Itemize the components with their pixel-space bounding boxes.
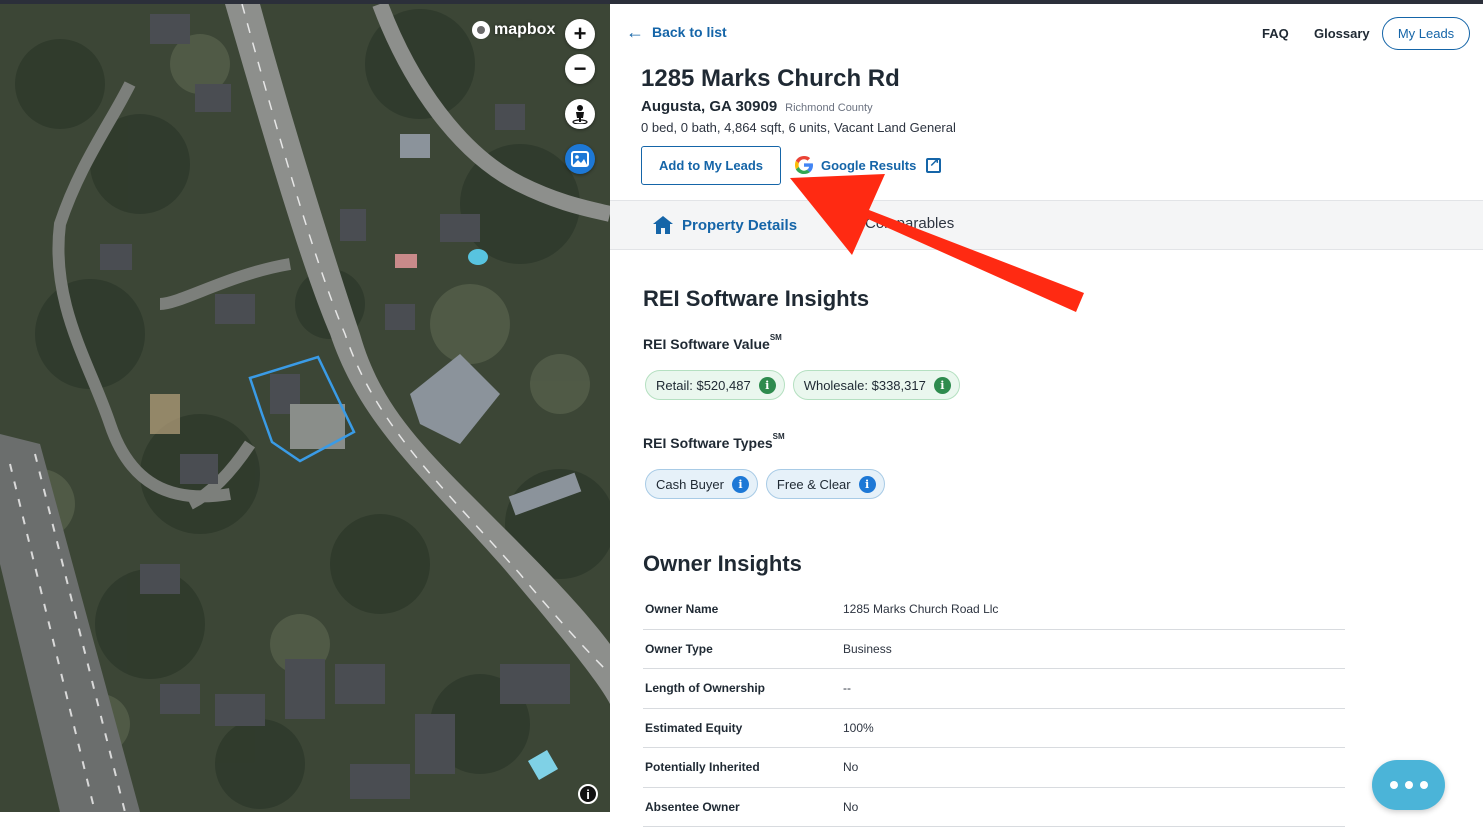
row-value: 100% <box>843 720 874 735</box>
table-row: Absentee Owner No <box>643 788 1345 827</box>
property-address: 1285 Marks Church Rd <box>641 65 900 92</box>
table-row: Owner Type Business <box>643 630 1345 669</box>
type-chips: Cash Buyer i Free & Clear i <box>645 469 885 499</box>
rei-types-heading: REI Software TypesSM <box>643 432 785 451</box>
dot-icon <box>1389 781 1398 789</box>
google-results-link[interactable]: Google Results <box>793 154 942 176</box>
street-view-button[interactable] <box>565 99 595 129</box>
owner-insights-title: Owner Insights <box>643 551 802 576</box>
row-value: 1285 Marks Church Road Llc <box>843 602 999 617</box>
tab-comparables-label: Comparables <box>865 215 955 232</box>
row-key: Absentee Owner <box>645 799 740 814</box>
satellite-map[interactable]: mapbox + − i <box>0 4 610 812</box>
google-icon <box>795 156 813 174</box>
rei-value-heading-text: REI Software Value <box>643 336 770 352</box>
cash-buyer-chip[interactable]: Cash Buyer i <box>645 469 758 499</box>
zoom-in-button[interactable]: + <box>565 19 595 49</box>
dot-icon <box>1404 781 1413 789</box>
table-row: Estimated Equity 100% <box>643 709 1345 748</box>
image-icon <box>571 151 589 167</box>
tab-bar: Property Details Comparables <box>610 200 1483 250</box>
row-value: -- <box>843 681 851 696</box>
tab-comparables[interactable]: Comparables <box>865 215 954 232</box>
satellite-toggle-button[interactable] <box>565 144 595 174</box>
info-icon[interactable]: i <box>758 376 776 394</box>
zoom-out-button[interactable]: − <box>565 54 595 84</box>
glossary-link[interactable]: Glossary <box>1314 26 1370 41</box>
retail-value-label: Retail: $520,487 <box>656 377 751 393</box>
row-key: Length of Ownership <box>645 681 765 696</box>
external-link-icon <box>926 155 942 173</box>
mapbox-logo: mapbox <box>472 21 555 39</box>
table-row: Owner Name 1285 Marks Church Road Llc <box>643 590 1345 630</box>
info-icon[interactable]: i <box>731 475 749 493</box>
arrow-left-icon: ← <box>626 22 644 42</box>
dot-icon <box>1419 781 1428 789</box>
tab-property-details[interactable]: Property Details <box>652 215 797 235</box>
row-key: Potentially Inherited <box>645 760 760 775</box>
back-label: Back to list <box>652 24 727 40</box>
map-attribution-info-icon[interactable]: i <box>578 784 598 804</box>
house-icon <box>653 216 673 234</box>
tab-property-details-label: Property Details <box>682 216 798 234</box>
rei-types-sup: SM <box>772 432 785 441</box>
wholesale-value-chip[interactable]: Wholesale: $338,317 i <box>792 370 960 400</box>
rei-insights-title: REI Software Insights <box>643 286 870 311</box>
row-value: No <box>843 799 859 814</box>
property-specs: 0 bed, 0 bath, 4,864 sqft, 6 units, Vaca… <box>641 120 956 135</box>
back-to-list-link[interactable]: ← Back to list <box>626 22 727 42</box>
city-state-zip: Augusta, GA 30909 <box>641 98 778 115</box>
rei-value-sup: SM <box>769 333 782 342</box>
table-row: Potentially Inherited No <box>643 748 1345 788</box>
cash-buyer-label: Cash Buyer <box>656 476 724 492</box>
aerial-imagery <box>0 4 610 812</box>
row-value: No <box>843 760 859 775</box>
pegman-icon <box>572 105 588 124</box>
google-results-label: Google Results <box>821 157 917 173</box>
mapbox-icon <box>472 21 490 39</box>
retail-value-chip[interactable]: Retail: $520,487 i <box>645 370 785 400</box>
owner-table: Owner Name 1285 Marks Church Road Llc Ow… <box>643 590 1345 827</box>
rei-types-heading-text: REI Software Types <box>643 435 773 451</box>
free-and-clear-label: Free & Clear <box>776 476 851 492</box>
row-key: Owner Name <box>645 602 719 617</box>
value-chips: Retail: $520,487 i Wholesale: $338,317 i <box>645 370 960 400</box>
add-to-my-leads-button[interactable]: Add to My Leads <box>641 146 781 185</box>
table-row: Length of Ownership -- <box>643 669 1345 709</box>
chat-button[interactable] <box>1372 760 1445 810</box>
my-leads-button[interactable]: My Leads <box>1382 17 1470 50</box>
county: Richmond County <box>785 102 873 114</box>
wholesale-value-label: Wholesale: $338,317 <box>803 377 926 393</box>
free-and-clear-chip[interactable]: Free & Clear i <box>765 469 885 499</box>
row-key: Owner Type <box>645 641 713 656</box>
mapbox-wordmark: mapbox <box>494 21 556 38</box>
info-icon[interactable]: i <box>858 475 876 493</box>
rei-value-heading: REI Software ValueSM <box>643 333 782 352</box>
info-icon[interactable]: i <box>933 376 951 394</box>
row-value: Business <box>843 641 892 656</box>
row-key: Estimated Equity <box>645 720 743 735</box>
property-panel: ← Back to list FAQ Glossary My Leads 128… <box>610 4 1483 833</box>
panel-nav: ← Back to list FAQ Glossary My Leads <box>610 4 1483 60</box>
faq-link[interactable]: FAQ <box>1262 26 1289 41</box>
city-line: Augusta, GA 30909 Richmond County <box>641 98 873 115</box>
